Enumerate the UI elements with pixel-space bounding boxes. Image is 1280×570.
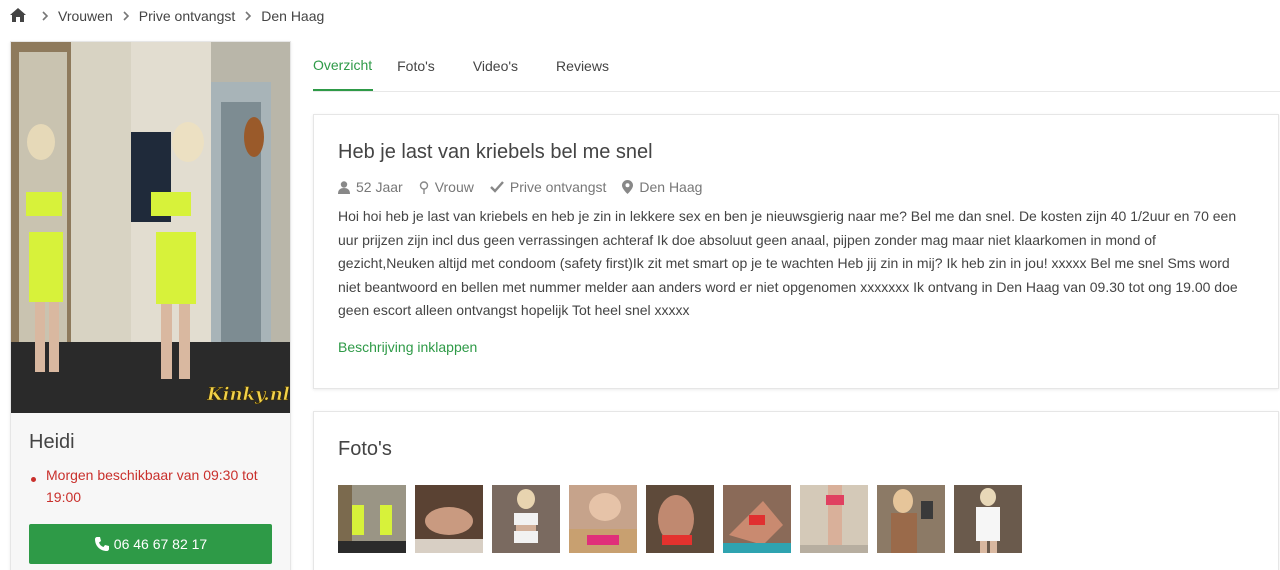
breadcrumb: Vrouwen Prive ontvangst Den Haag [10,5,324,27]
photo-thumbnails [338,485,1254,553]
description-card: Heb je last van kriebels bel me snel 52 … [313,114,1279,389]
tab-videos[interactable]: Video's [473,41,518,91]
call-button[interactable]: 06 46 67 82 17 [29,524,272,564]
photo-thumbnail[interactable] [877,485,945,553]
listing-description: Hoi hoi heb je last van kriebels en heb … [338,208,1238,318]
meta-gender: Vrouw [419,179,474,195]
photo-thumbnail[interactable] [569,485,637,553]
breadcrumb-item-den-haag[interactable]: Den Haag [261,8,324,24]
photo-thumbnail[interactable] [723,485,791,553]
breadcrumb-item-prive-ontvangst[interactable]: Prive ontvangst [139,8,236,24]
collapse-description-link[interactable]: Beschrijving inklappen [338,339,477,355]
photo-thumbnail[interactable] [800,485,868,553]
profile-card: Kinky.nl Heidi Morgen beschikbaar van 09… [10,41,291,570]
listing-title: Heb je last van kriebels bel me snel [338,141,653,163]
check-icon [490,181,504,193]
tab-overzicht[interactable]: Overzicht [313,41,374,91]
map-pin-outline-icon [419,180,428,194]
home-icon[interactable] [10,8,26,24]
meta-city: Den Haag [622,179,702,195]
photo-thumbnail[interactable] [954,485,1022,553]
chevron-right-icon [41,11,49,21]
status-dot-icon [31,477,36,482]
call-button-label: 06 46 67 82 17 [113,536,208,552]
availability-status: Morgen beschikbaar van 09:30 tot 19:00 [29,464,272,508]
photo-thumbnail[interactable] [415,485,483,553]
photo-thumbnail[interactable] [338,485,406,553]
photo-thumbnail[interactable] [492,485,560,553]
profile-name: Heidi [29,431,75,453]
profile-info: Heidi Morgen beschikbaar van 09:30 tot 1… [11,413,290,570]
photos-card: Foto's [313,411,1279,570]
profile-photo[interactable]: Kinky.nl [11,42,290,413]
meta-age: 52 Jaar [338,179,403,195]
tab-bar: Overzicht Foto's Video's Reviews [313,41,1280,92]
tab-reviews[interactable]: Reviews [556,41,609,91]
breadcrumb-item-vrouwen[interactable]: Vrouwen [58,8,113,24]
tab-fotos[interactable]: Foto's [397,41,435,91]
chevron-right-icon [244,11,252,21]
watermark: Kinky.nl [206,384,290,405]
meta-type: Prive ontvangst [490,179,606,195]
photo-thumbnail[interactable] [646,485,714,553]
location-pin-icon [622,180,634,194]
listing-meta: 52 Jaar Vrouw Prive ontvangst Den Haag [338,177,1254,197]
user-icon [338,180,350,194]
phone-icon [94,536,110,552]
chevron-right-icon [122,11,130,21]
photos-title: Foto's [338,438,392,460]
availability-text: Morgen beschikbaar van 09:30 tot 19:00 [46,467,258,505]
